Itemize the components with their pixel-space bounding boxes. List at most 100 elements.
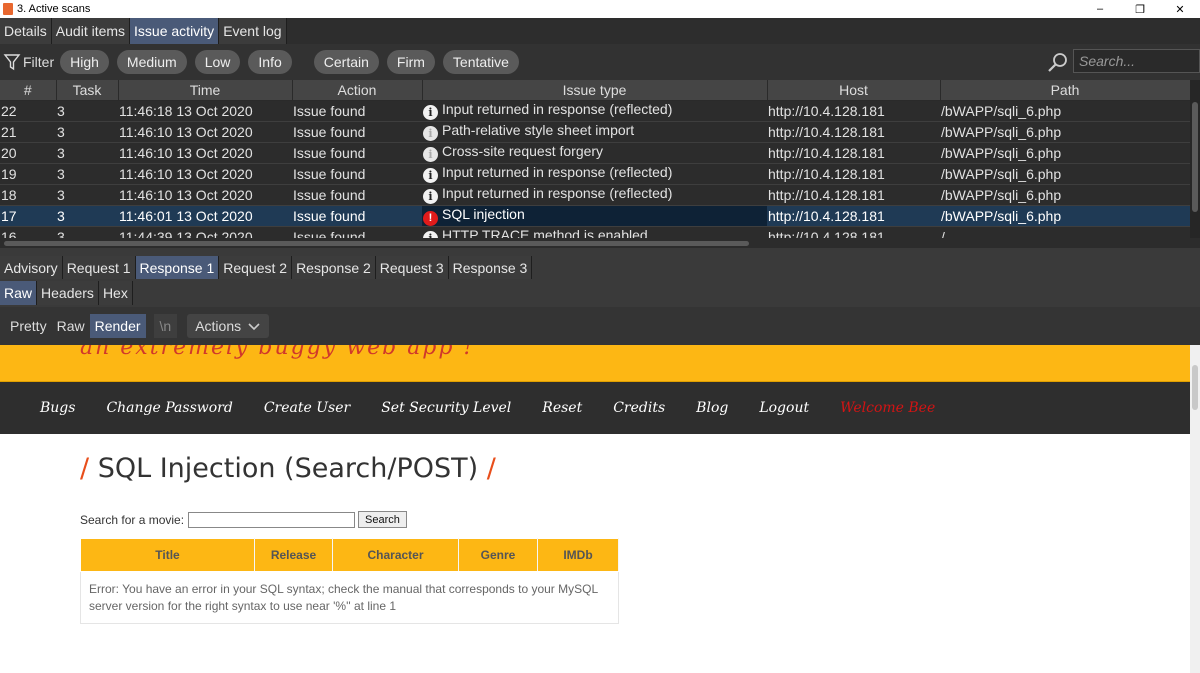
movie-search-input[interactable] [188, 511, 356, 528]
filter-high-button[interactable]: High [60, 50, 109, 74]
scroll-thumb[interactable] [4, 241, 749, 246]
severity-info-icon: i [423, 231, 438, 238]
issue-number: 20 [0, 142, 56, 164]
minimize-button[interactable]: – [1080, 3, 1120, 15]
tab-issue-activity[interactable]: Issue activity [130, 18, 220, 44]
nav-link-credits[interactable]: Credits [613, 400, 665, 416]
tab-audit-items[interactable]: Audit items [51, 18, 131, 44]
issue-action: Issue found [292, 121, 422, 143]
tab-request-3[interactable]: Request 3 [375, 256, 449, 279]
movie-search-form: Search for a movie: Search [80, 511, 407, 528]
issue-path: / [940, 226, 1190, 238]
nav-link-logout[interactable]: Logout [759, 400, 809, 416]
issue-task: 3 [56, 226, 118, 238]
issue-type: i Input returned in response (reflected) [422, 184, 767, 206]
tab-headers[interactable]: Headers [37, 281, 99, 305]
pretty-button[interactable]: Pretty [5, 314, 52, 338]
issue-task: 3 [56, 205, 118, 227]
heading-slash: / [80, 453, 90, 484]
scroll-thumb[interactable] [1192, 102, 1198, 212]
filter-info-button[interactable]: Info [248, 50, 292, 74]
issue-number: 16 [0, 226, 56, 238]
column-header-action[interactable]: Action [292, 80, 423, 101]
restore-button[interactable]: ❐ [1120, 3, 1160, 16]
newline-toggle[interactable]: \n [153, 314, 178, 338]
issue-task: 3 [56, 163, 118, 185]
render-button[interactable]: Render [89, 314, 146, 338]
tab-hex[interactable]: Hex [98, 281, 133, 305]
issue-action: Issue found [292, 226, 422, 238]
tab-advisory[interactable]: Advisory [0, 256, 63, 279]
issue-path: /bWAPP/sqli_6.php [940, 205, 1190, 227]
tab-response-2[interactable]: Response 2 [292, 256, 376, 279]
issue-path: /bWAPP/sqli_6.php [940, 184, 1190, 206]
tab-response-3[interactable]: Response 3 [448, 256, 533, 279]
scroll-thumb[interactable] [1192, 365, 1198, 410]
heading-slash: / [486, 453, 496, 484]
window-title: 3. Active scans [17, 3, 91, 15]
table-row[interactable]: 20 3 11:46:10 13 Oct 2020 Issue found i Cross… [0, 142, 1190, 164]
issue-number: 17 [0, 205, 56, 227]
window-titlebar: 3. Active scans – ❐ ✕ [0, 0, 1200, 18]
tab-request-2[interactable]: Request 2 [219, 256, 293, 279]
tab-request-1[interactable]: Request 1 [62, 256, 136, 279]
table-horizontal-scrollbar[interactable] [0, 238, 1200, 248]
table-row[interactable]: 18 3 11:46:10 13 Oct 2020 Issue found i Input… [0, 184, 1190, 206]
filter-low-button[interactable]: Low [194, 50, 241, 74]
column-header-number[interactable]: # [0, 80, 57, 101]
raw-view-button[interactable]: Raw [52, 314, 90, 338]
filter-label[interactable]: Filter [23, 54, 54, 70]
nav-link-blog[interactable]: Blog [696, 400, 728, 416]
tab-raw[interactable]: Raw [0, 281, 38, 305]
issue-action: Issue found [292, 184, 422, 206]
issue-task: 3 [56, 100, 118, 122]
filter-medium-button[interactable]: Medium [116, 50, 187, 74]
issue-time: 11:46:10 13 Oct 2020 [118, 184, 292, 206]
table-row[interactable]: 16311:44:39 13 Oct 2020Issue foundi HTTP … [0, 226, 1190, 238]
search-input[interactable]: Search... [1073, 49, 1200, 73]
severity-info-icon: i [423, 147, 438, 162]
nav-link-set-security-level[interactable]: Set Security Level [381, 400, 511, 416]
issue-time: 11:46:01 13 Oct 2020 [118, 205, 292, 227]
issue-type: i HTTP TRACE method is enabled [422, 226, 767, 238]
movie-header-release: Release [254, 538, 333, 572]
issue-type: ! SQL injection [422, 205, 767, 227]
nav-link-change-password[interactable]: Change Password [106, 400, 232, 416]
column-header-path[interactable]: Path [940, 80, 1190, 101]
issue-type-label: Input returned in response (reflected) [442, 185, 673, 201]
issue-task: 3 [56, 184, 118, 206]
banner-text: an extremely buggy web app ! [80, 345, 475, 360]
filter-firm-button[interactable]: Firm [386, 50, 435, 74]
issue-path: /bWAPP/sqli_6.php [940, 100, 1190, 122]
severity-info-icon: i [423, 168, 438, 183]
filter-certain-button[interactable]: Certain [313, 50, 379, 74]
column-header-host[interactable]: Host [767, 80, 941, 101]
tab-response-1[interactable]: Response 1 [135, 256, 220, 279]
split-pane-divider[interactable] [0, 248, 1200, 254]
issue-task: 3 [56, 121, 118, 143]
actions-dropdown[interactable]: Actions [187, 314, 270, 338]
tab-event-log[interactable]: Event log [219, 18, 287, 44]
bwapp-banner: an extremely buggy web app ! [0, 345, 1190, 382]
movie-search-button[interactable]: Search [358, 511, 407, 528]
column-header-task[interactable]: Task [56, 80, 119, 101]
render-vertical-scrollbar[interactable] [1190, 345, 1200, 673]
nav-link-bugs[interactable]: Bugs [40, 400, 75, 416]
tab-details[interactable]: Details [0, 18, 52, 44]
table-row[interactable]: 19 3 11:46:10 13 Oct 2020 Issue found i Input… [0, 163, 1190, 185]
table-vertical-scrollbar[interactable] [1190, 80, 1200, 238]
table-row[interactable]: 17 3 11:46:01 13 Oct 2020 Issue found! SQL i… [0, 205, 1190, 227]
nav-link-reset[interactable]: Reset [542, 400, 582, 416]
close-button[interactable]: ✕ [1160, 3, 1200, 16]
filter-icon[interactable] [3, 53, 21, 71]
column-header-issue-type[interactable]: Issue type [422, 80, 768, 101]
issue-host: http://10.4.128.181 [767, 205, 940, 227]
filter-tentative-button[interactable]: Tentative [442, 50, 519, 74]
table-row[interactable]: 22 3 11:46:18 13 Oct 2020 Issue found i Input… [0, 100, 1190, 122]
table-row[interactable]: 21 3 11:46:10 13 Oct 2020 Issue found i Path-… [0, 121, 1190, 143]
nav-link-create-user[interactable]: Create User [264, 400, 350, 416]
issue-number: 22 [0, 100, 56, 122]
column-header-time[interactable]: Time [118, 80, 293, 101]
severity-info-icon: i [423, 126, 438, 141]
issue-task: 3 [56, 142, 118, 164]
